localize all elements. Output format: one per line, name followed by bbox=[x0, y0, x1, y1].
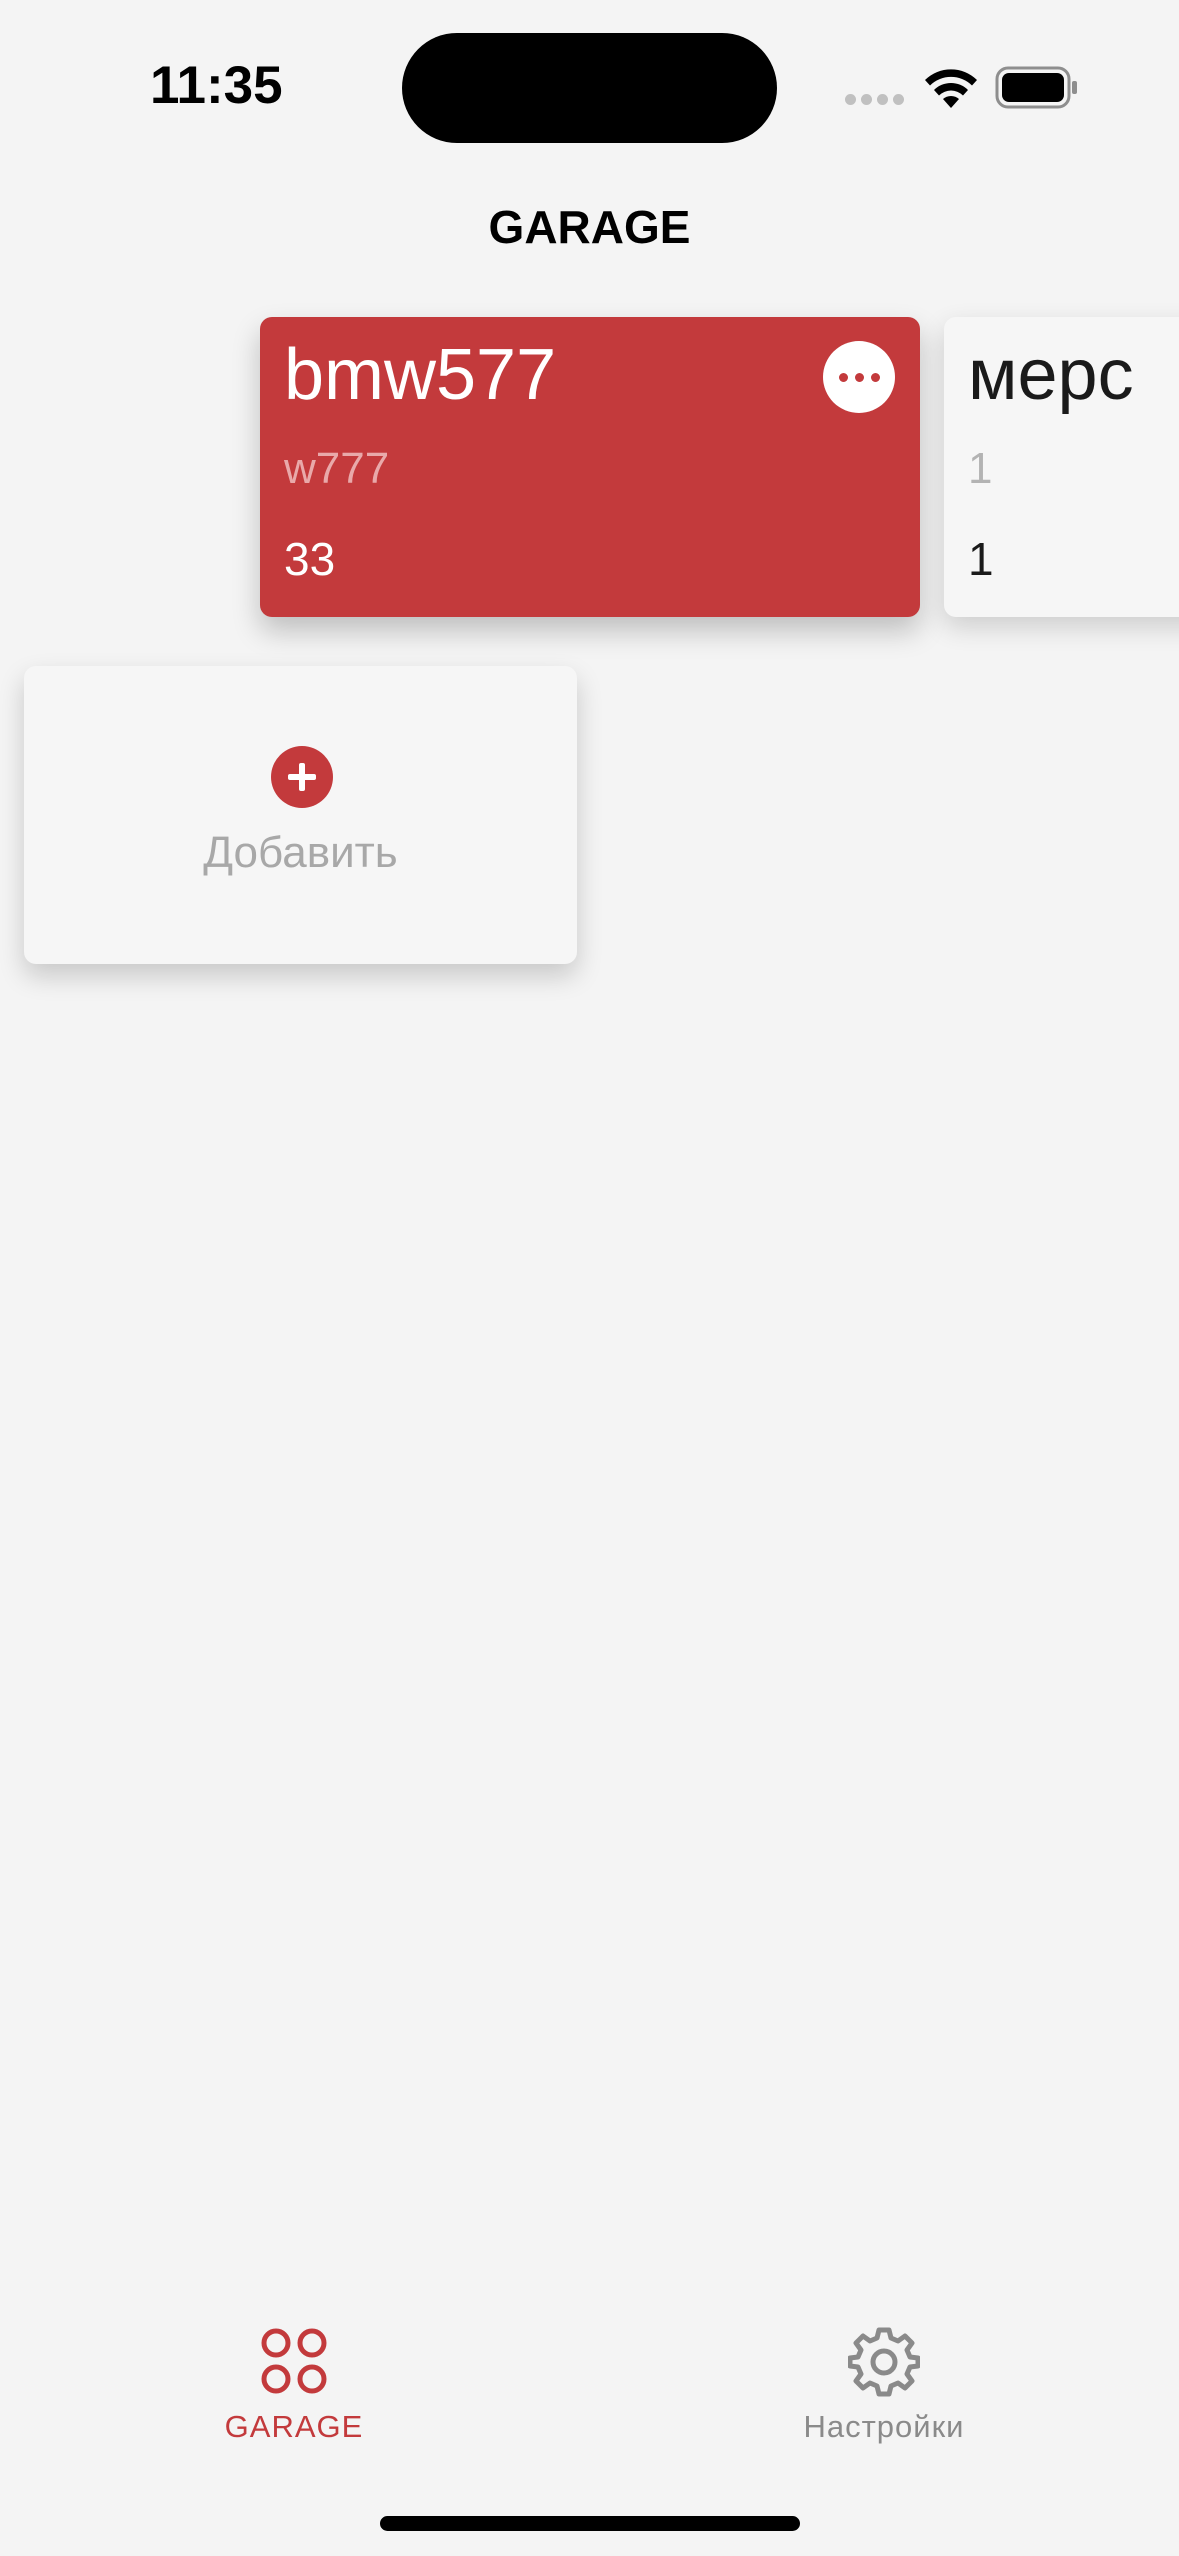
tab-garage-label: GARAGE bbox=[224, 2409, 364, 2444]
car-card-selected[interactable]: bmw577 w777 33 bbox=[260, 317, 920, 617]
car-name: bmw577 bbox=[284, 335, 557, 415]
battery-icon bbox=[995, 66, 1077, 109]
page-title: GARAGE bbox=[488, 201, 691, 253]
car-name: мерс bbox=[968, 335, 1134, 415]
status-time: 11:35 bbox=[150, 56, 283, 115]
grid-circles-icon bbox=[261, 2328, 327, 2394]
car-mileage: 33 bbox=[284, 533, 336, 585]
more-options-button[interactable] bbox=[823, 341, 895, 413]
add-car-label: Добавить bbox=[203, 828, 398, 877]
tab-settings[interactable]: Настройки bbox=[754, 2325, 1014, 2445]
dynamic-island bbox=[402, 33, 777, 143]
tab-settings-label: Настройки bbox=[803, 2409, 965, 2444]
wifi-icon bbox=[925, 69, 977, 108]
car-card[interactable]: мерс 1 1 bbox=[944, 317, 1179, 617]
add-car-button[interactable]: Добавить bbox=[24, 666, 577, 964]
cellular-signal-icon bbox=[845, 94, 905, 108]
home-indicator bbox=[380, 2516, 800, 2531]
gear-icon bbox=[848, 2327, 920, 2397]
tab-garage[interactable]: GARAGE bbox=[164, 2325, 424, 2445]
car-plate: 1 bbox=[968, 444, 993, 493]
plus-circle-icon bbox=[271, 746, 333, 808]
car-plate: w777 bbox=[284, 444, 390, 493]
car-mileage: 1 bbox=[968, 533, 994, 585]
ellipsis-icon bbox=[838, 372, 848, 382]
